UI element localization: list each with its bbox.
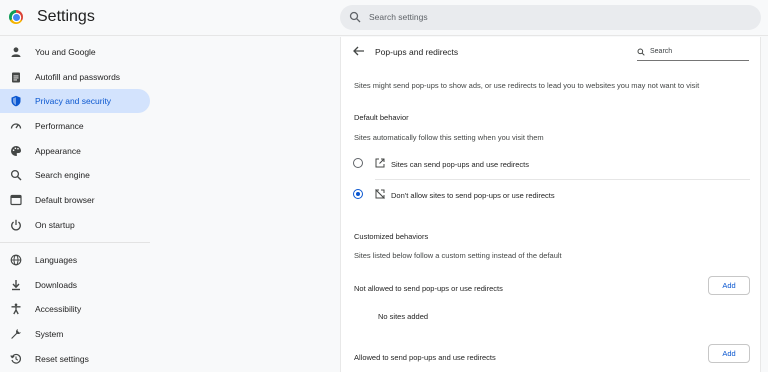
top-bar: Settings Search settings	[0, 0, 768, 36]
option-label: Sites can send pop-ups and use redirects	[391, 160, 529, 169]
open-in-new-icon	[375, 158, 385, 168]
not-allowed-list-label: Not allowed to send pop-ups or use redir…	[354, 284, 503, 293]
page-description: Sites might send pop-ups to show ads, or…	[354, 81, 700, 90]
search-icon	[10, 169, 22, 181]
browser-window-icon	[10, 194, 22, 206]
sidebar-item-languages[interactable]: Languages	[0, 248, 150, 272]
download-icon	[12, 280, 20, 291]
search-input[interactable]: Search settings	[369, 12, 428, 22]
speedometer-icon	[10, 123, 22, 129]
sidebar-item-label: On startup	[35, 220, 75, 230]
sidebar-item-label: Performance	[35, 121, 84, 131]
sidebar-item-label: Languages	[35, 255, 78, 265]
add-allowed-button[interactable]: Add	[708, 344, 750, 363]
back-arrow-icon[interactable]	[353, 46, 365, 56]
power-icon	[11, 219, 21, 231]
app-title: Settings	[37, 8, 95, 25]
palette-icon	[11, 146, 21, 156]
customized-behaviors-subtext: Sites listed below follow a custom setti…	[354, 251, 562, 260]
search-icon	[637, 48, 645, 56]
sidebar-item-accessibility[interactable]: Accessibility	[0, 297, 150, 321]
clipboard-icon	[12, 72, 20, 83]
panel-search-field[interactable]: Search	[637, 45, 749, 61]
sidebar-item-label: Default browser	[35, 195, 95, 205]
sidebar-item-performance[interactable]: Performance	[0, 114, 150, 138]
sidebar-item-downloads[interactable]: Downloads	[0, 273, 150, 297]
sidebar-item-privacy[interactable]: Privacy and security	[0, 89, 150, 113]
chrome-logo-icon	[9, 10, 23, 24]
page-title: Pop-ups and redirects	[375, 47, 459, 57]
sidebar-item-label: Autofill and passwords	[35, 72, 121, 82]
radio-block-popups[interactable]	[353, 189, 363, 199]
sidebar-item-label: Accessibility	[35, 304, 82, 314]
search-icon	[349, 11, 361, 23]
default-behavior-heading: Default behavior	[354, 113, 409, 122]
add-not-allowed-button[interactable]: Add	[708, 276, 750, 295]
sidebar-item-search-engine[interactable]: Search engine	[0, 163, 150, 187]
settings-panel: Pop-ups and redirects Search Sites might…	[340, 37, 761, 372]
settings-search-bar[interactable]: Search settings	[340, 5, 761, 30]
sidebar-item-on-startup[interactable]: On startup	[0, 213, 150, 237]
sidebar-item-system[interactable]: System	[0, 322, 150, 346]
wrench-icon	[11, 329, 21, 339]
globe-icon	[10, 254, 22, 266]
default-behavior-subtext: Sites automatically follow this setting …	[354, 133, 544, 142]
customized-behaviors-heading: Customized behaviors	[354, 232, 429, 241]
sidebar-item-reset-settings[interactable]: Reset settings	[0, 347, 150, 371]
sidebar-item-appearance[interactable]: Appearance	[0, 139, 150, 163]
sidebar-item-label: Appearance	[35, 146, 81, 156]
sidebar-item-label: System	[35, 329, 64, 339]
blocked-popup-icon	[375, 189, 385, 199]
sidebar-item-autofill[interactable]: Autofill and passwords	[0, 65, 150, 89]
allowed-list-label: Allowed to send pop-ups and use redirect…	[354, 353, 496, 362]
sidebar-nav: You and Google Autofill and passwords Pr…	[0, 37, 150, 372]
reset-history-icon	[10, 353, 22, 364]
sidebar-item-label: Reset settings	[35, 354, 89, 364]
option-label: Don't allow sites to send pop-ups or use…	[391, 191, 555, 200]
sidebar-item-default-browser[interactable]: Default browser	[0, 188, 150, 212]
person-icon	[11, 47, 21, 57]
option-divider	[375, 179, 750, 180]
panel-search-input[interactable]: Search	[650, 48, 672, 55]
sidebar-item-label: Privacy and security	[35, 96, 112, 106]
sidebar-item-label: You and Google	[35, 47, 96, 57]
sidebar-item-label: Search engine	[35, 170, 90, 180]
radio-allow-popups[interactable]	[353, 158, 363, 168]
accessibility-icon	[11, 303, 21, 315]
shield-icon	[11, 95, 21, 107]
sidebar-item-you-and-google[interactable]: You and Google	[0, 40, 150, 64]
sidebar-divider	[0, 242, 150, 243]
empty-list-text: No sites added	[378, 312, 429, 321]
sidebar-item-label: Downloads	[35, 280, 78, 290]
